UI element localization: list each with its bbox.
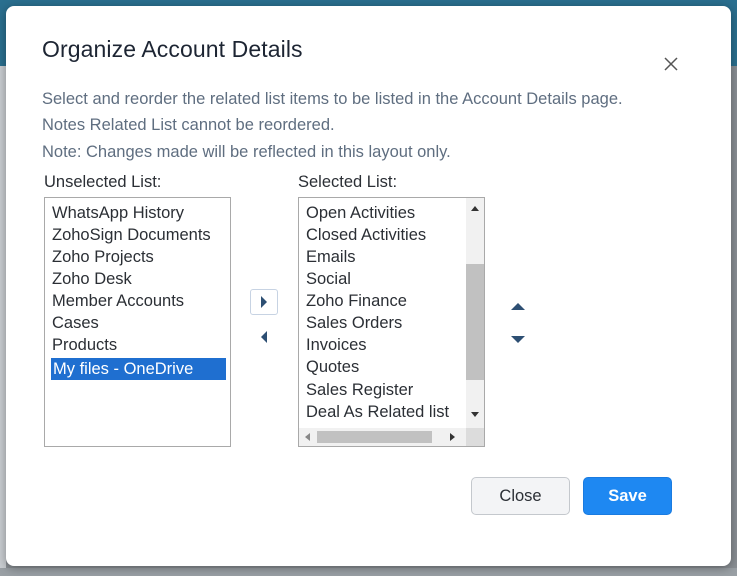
list-item[interactable]: Sales Orders bbox=[306, 312, 402, 334]
caret-down-icon bbox=[511, 335, 525, 343]
list-item[interactable]: Sales Register bbox=[306, 379, 413, 401]
list-item-selected[interactable]: My files - OneDrive bbox=[51, 358, 226, 380]
description-line: Select and reorder the related list item… bbox=[42, 90, 623, 108]
selected-list-label: Selected List: bbox=[298, 173, 398, 191]
scroll-down-icon[interactable] bbox=[471, 412, 479, 417]
organize-dialog: Organize Account Details Select and reor… bbox=[6, 6, 731, 566]
list-item[interactable]: Open Activities bbox=[306, 202, 415, 224]
list-item[interactable]: ZohoSign Documents bbox=[52, 224, 211, 246]
selected-listbox[interactable]: Open Activities Closed Activities Emails… bbox=[298, 197, 485, 447]
list-item[interactable]: Emails bbox=[306, 246, 356, 268]
background-footer bbox=[0, 568, 737, 576]
list-item[interactable]: Closed Activities bbox=[306, 224, 426, 246]
list-item[interactable]: Cases bbox=[52, 312, 99, 334]
scrollbar-corner bbox=[466, 428, 484, 446]
list-item[interactable]: Deal As Related list bbox=[306, 401, 449, 423]
description-line: Notes Related List cannot be reordered. bbox=[42, 116, 335, 134]
close-icon[interactable] bbox=[658, 51, 684, 77]
vertical-scroll-thumb[interactable] bbox=[466, 264, 484, 380]
list-item[interactable]: Zoho Projects bbox=[52, 246, 154, 268]
scroll-up-icon[interactable] bbox=[471, 206, 479, 211]
list-item[interactable]: Social bbox=[306, 268, 351, 290]
unselected-listbox[interactable]: WhatsApp History ZohoSign Documents Zoho… bbox=[44, 197, 231, 447]
move-right-button[interactable] bbox=[250, 289, 278, 315]
list-item[interactable]: Member Accounts bbox=[52, 290, 184, 312]
close-button[interactable]: Close bbox=[471, 477, 570, 515]
scroll-left-icon[interactable] bbox=[305, 433, 310, 441]
description-line: Note: Changes made will be reflected in … bbox=[42, 143, 451, 161]
save-button[interactable]: Save bbox=[583, 477, 672, 515]
list-item[interactable]: Quotes bbox=[306, 356, 359, 378]
list-item[interactable]: Invoices bbox=[306, 334, 367, 356]
move-up-button[interactable] bbox=[504, 293, 532, 319]
caret-up-icon bbox=[511, 302, 525, 310]
horizontal-scroll-thumb[interactable] bbox=[317, 431, 432, 443]
move-left-button[interactable] bbox=[250, 324, 278, 350]
caret-left-icon bbox=[261, 331, 267, 343]
dialog-title: Organize Account Details bbox=[42, 36, 303, 62]
list-item[interactable]: Zoho Desk bbox=[52, 268, 132, 290]
caret-right-icon bbox=[261, 296, 267, 308]
list-item[interactable]: WhatsApp History bbox=[52, 202, 184, 224]
list-item[interactable]: Products bbox=[52, 334, 117, 356]
scroll-right-icon[interactable] bbox=[450, 433, 455, 441]
list-item[interactable]: Zoho Finance bbox=[306, 290, 407, 312]
unselected-list-label: Unselected List: bbox=[44, 173, 162, 191]
move-down-button[interactable] bbox=[504, 326, 532, 352]
